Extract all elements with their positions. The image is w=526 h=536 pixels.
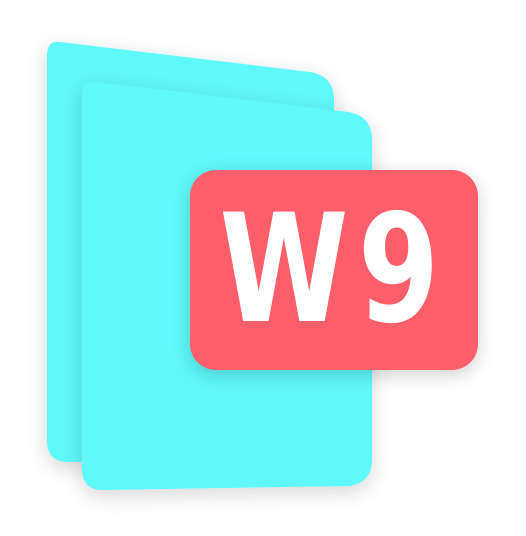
badge-background [190, 170, 478, 370]
document-stack-graphic [47, 41, 478, 491]
w9-document-icon: W9 [0, 0, 526, 532]
